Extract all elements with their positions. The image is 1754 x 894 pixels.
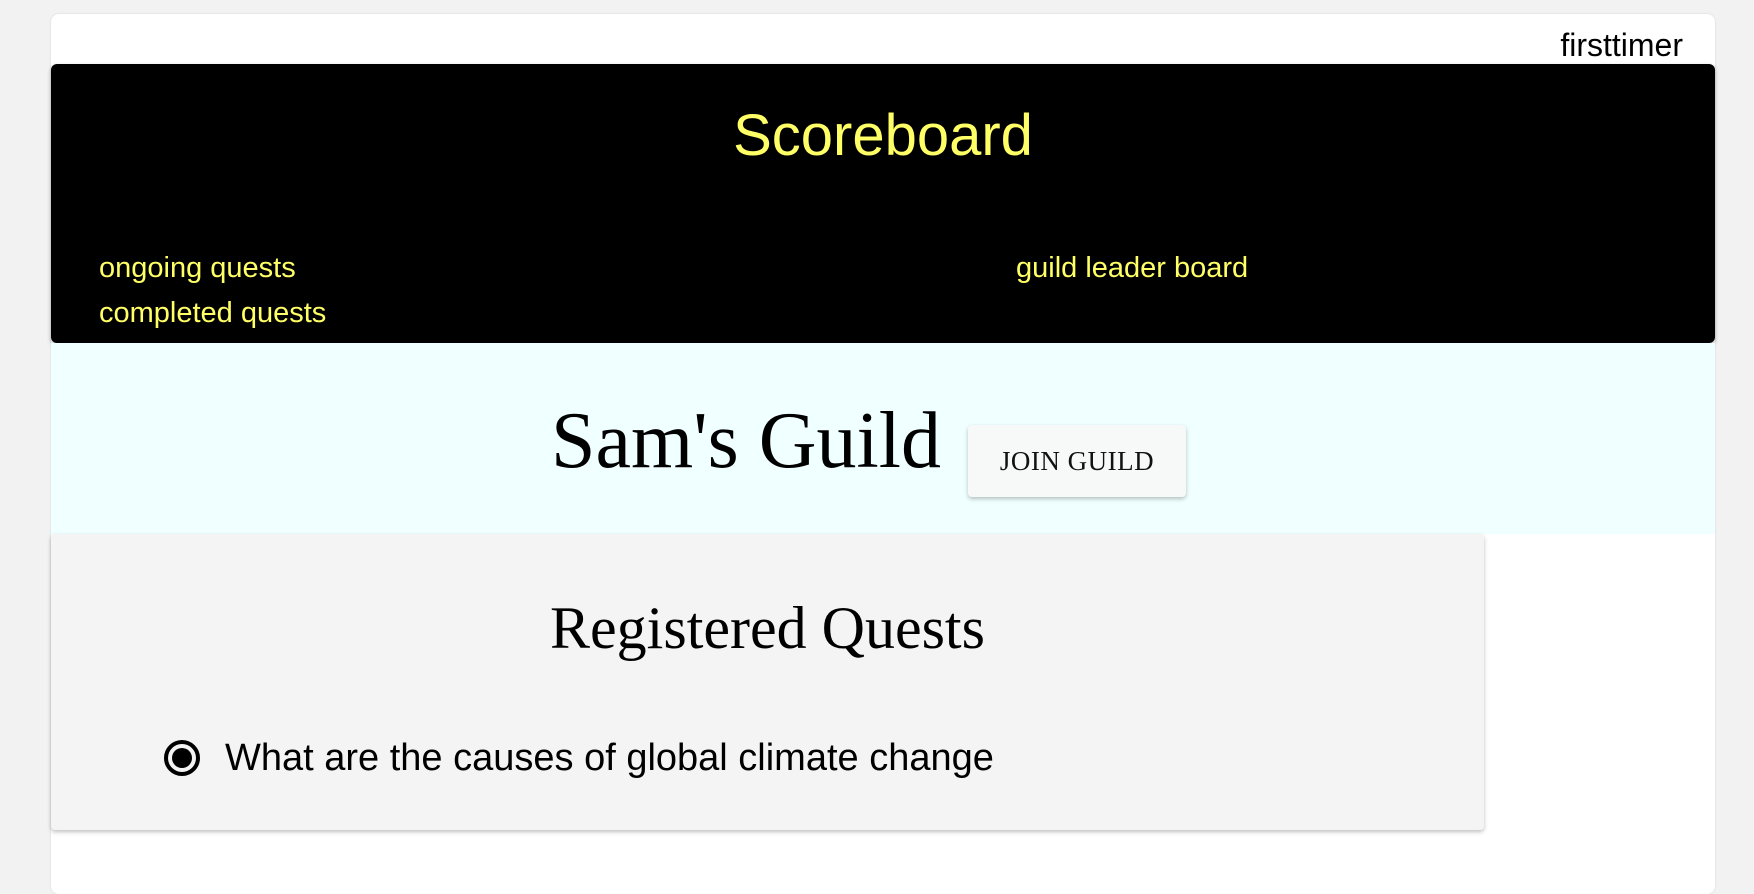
quest-label: What are the causes of global climate ch… [225,737,994,779]
quest-list-item[interactable]: What are the causes of global climate ch… [164,734,994,782]
radio-selected-icon[interactable] [164,740,200,776]
join-guild-button[interactable]: JOIN GUILD [968,425,1186,497]
nav-link-ongoing-quests[interactable]: ongoing quests [99,250,296,286]
registered-quests-card: Registered Quests What are the causes of… [51,534,1484,830]
guild-banner: Sam's Guild JOIN GUILD [51,343,1715,534]
registered-quests-title: Registered Quests [550,595,985,661]
page-title: Scoreboard [733,103,1033,168]
page-container: firsttimer Scoreboard ongoing quests com… [51,14,1715,894]
scoreboard-header: Scoreboard ongoing quests completed ques… [51,64,1715,343]
nav-link-completed-quests[interactable]: completed quests [99,295,326,331]
nav-link-guild-leader-board[interactable]: guild leader board [1016,250,1248,286]
guild-name: Sam's Guild [551,397,941,485]
radio-dot-icon [172,748,192,768]
username-label[interactable]: firsttimer [1560,20,1683,70]
